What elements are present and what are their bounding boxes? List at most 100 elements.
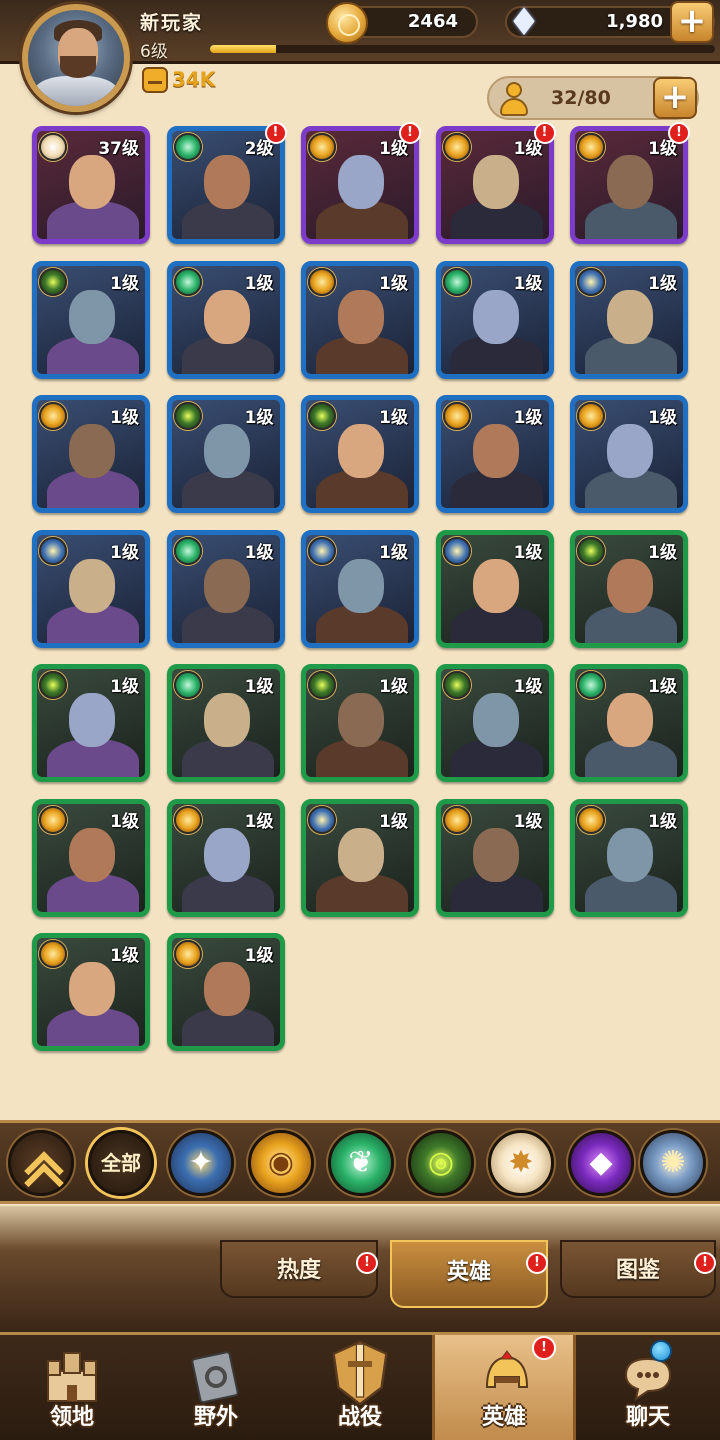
- hero-level: 1级: [513, 408, 543, 428]
- hero-card[interactable]: 1级: [301, 395, 419, 513]
- celestial-faction-icon: [39, 133, 67, 161]
- hero-card[interactable]: 1级: [435, 664, 554, 782]
- hero-card[interactable]: 1级: [435, 395, 554, 513]
- hero-level: 1级: [648, 542, 677, 563]
- hero-card[interactable]: 1级: [166, 395, 285, 513]
- tab-heroes[interactable]: 英雄: [390, 1240, 548, 1308]
- tab-codex-alert-icon: !: [694, 1252, 716, 1274]
- hero-card[interactable]: 1级: [301, 529, 419, 648]
- hero-card[interactable]: 1级: [32, 260, 150, 379]
- lightbearer-faction-icon: [442, 536, 471, 565]
- mauler-faction-icon: [308, 267, 336, 296]
- hero-card[interactable]: 1级: [570, 664, 688, 782]
- avatar-beard: [60, 56, 96, 78]
- nav-territory[interactable]: 领地: [0, 1335, 144, 1440]
- collapse-button[interactable]: [8, 1130, 74, 1196]
- hero-card[interactable]: 1级: [301, 260, 419, 379]
- nav-campaign[interactable]: 战役: [288, 1335, 432, 1440]
- hero-level: 1级: [648, 677, 677, 697]
- hero-card[interactable]: 1级: [570, 798, 688, 917]
- hero-card[interactable]: 1级: [32, 529, 150, 648]
- hypogean-filter[interactable]: ◆: [568, 1130, 634, 1196]
- expand-capacity-button[interactable]: +: [653, 77, 697, 119]
- nav-heroes-label: 英雄: [481, 1405, 526, 1430]
- hero-card[interactable]: 1级: [32, 933, 150, 1051]
- hero-card[interactable]: 1级: [166, 933, 285, 1051]
- hero-card[interactable]: 1级: [435, 126, 554, 244]
- fist-icon: [142, 66, 168, 93]
- hero-level: 1级: [379, 677, 408, 697]
- player-name: 新玩家: [140, 12, 204, 34]
- hero-level: 1级: [648, 408, 677, 428]
- hero-alert-icon: !: [399, 122, 421, 144]
- lightbearer-filter[interactable]: ✦: [168, 1130, 234, 1196]
- wilder-icon: ❦: [348, 1145, 374, 1180]
- lightbearer-faction-icon: [577, 267, 605, 296]
- hero-alert-icon: !: [264, 122, 287, 144]
- graveborn-filter[interactable]: ◎: [408, 1130, 474, 1196]
- hero-card[interactable]: 1级: [570, 395, 688, 513]
- tab-popularity-label: 热度: [276, 1258, 321, 1283]
- hero-card[interactable]: 1级: [32, 664, 150, 782]
- tab-popularity[interactable]: 热度: [220, 1240, 378, 1298]
- nav-chat-label: 聊天: [625, 1405, 670, 1430]
- wilder-faction-icon: [173, 267, 202, 296]
- hero-level: 1级: [513, 811, 543, 832]
- hero-alert-icon: !: [533, 122, 556, 144]
- filter-all-button[interactable]: 全部: [88, 1130, 154, 1196]
- hero-card[interactable]: 1级: [435, 529, 554, 648]
- graveborn-faction-icon: [39, 267, 67, 296]
- hero-card[interactable]: 1级: [301, 798, 419, 917]
- tab-codex[interactable]: 图鉴: [560, 1240, 716, 1298]
- hero-card[interactable]: 1级: [166, 798, 285, 917]
- player-avatar[interactable]: [22, 4, 130, 112]
- nav-wilderness[interactable]: 野外: [144, 1335, 288, 1440]
- hero-card[interactable]: 1级: [166, 664, 285, 782]
- mauler-faction-icon: [442, 805, 471, 834]
- hero-card[interactable]: 1级: [570, 529, 688, 648]
- avatar-armor: [34, 76, 118, 106]
- mauler-faction-icon: [39, 940, 67, 968]
- hero-card[interactable]: 1级: [301, 126, 419, 244]
- wilder-faction-icon: [173, 671, 202, 699]
- tab-heroes-alert-icon: !: [526, 1252, 548, 1274]
- gem-value: 1,980: [606, 11, 663, 32]
- hero-card[interactable]: 1级: [570, 260, 688, 379]
- hero-level: 1级: [244, 408, 274, 428]
- hero-level: 1级: [110, 811, 139, 832]
- graveborn-faction-icon: [308, 402, 336, 430]
- hero-level: 1级: [513, 542, 543, 563]
- add-gems-button[interactable]: +: [670, 1, 714, 43]
- hero-card[interactable]: 1级: [32, 798, 150, 917]
- wilder-faction-icon: [173, 133, 202, 161]
- hero-card[interactable]: 1级: [435, 798, 554, 917]
- nav-territory-label: 领地: [49, 1405, 94, 1430]
- nav-campaign-label: 战役: [337, 1405, 382, 1430]
- hero-card[interactable]: 1级: [435, 260, 554, 379]
- dimensional-filter[interactable]: ✺: [640, 1130, 706, 1196]
- mauler-faction-icon: [173, 940, 202, 968]
- hero-card[interactable]: 1级: [32, 395, 150, 513]
- hero-level: 1级: [244, 811, 274, 832]
- mauler-faction-icon: [308, 133, 336, 161]
- hero-level: 37级: [98, 139, 139, 159]
- hero-level: 1级: [648, 273, 677, 294]
- hero-card[interactable]: 1级: [570, 126, 688, 244]
- wilder-filter[interactable]: ❦: [328, 1130, 394, 1196]
- diamond-icon: ♦: [506, 0, 542, 44]
- hero-card[interactable]: 37级: [32, 126, 150, 244]
- mauler-filter[interactable]: ◉: [248, 1130, 314, 1196]
- hero-alert-icon: !: [668, 122, 690, 144]
- tab-heroes-label: 英雄: [446, 1260, 491, 1285]
- hero-card[interactable]: 1级: [166, 260, 285, 379]
- hero-card[interactable]: 1级: [301, 664, 419, 782]
- nav-chat[interactable]: 聊天: [576, 1335, 720, 1440]
- celestial-filter[interactable]: ✸: [488, 1130, 554, 1196]
- hero-card[interactable]: 2级: [166, 126, 285, 244]
- nav-wilderness-label: 野外: [193, 1405, 238, 1430]
- hero-card[interactable]: 1级: [166, 529, 285, 648]
- hero-level: 1级: [379, 811, 408, 832]
- power-display: 34K: [142, 66, 215, 96]
- hero-capacity-value: 32/80: [551, 87, 611, 109]
- chat-notification-icon: [650, 1340, 672, 1362]
